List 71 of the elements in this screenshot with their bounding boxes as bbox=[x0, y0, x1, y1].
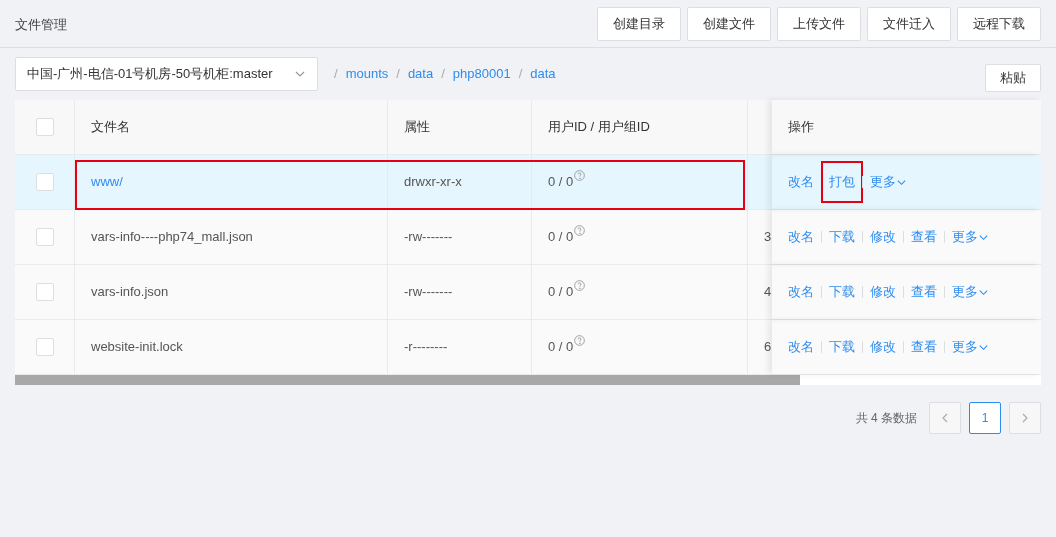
help-icon bbox=[574, 334, 586, 346]
action-link[interactable]: 改名 bbox=[788, 227, 814, 247]
file-name: website-init.lock bbox=[91, 338, 183, 357]
help-icon bbox=[574, 224, 586, 236]
action-link[interactable]: 下载 bbox=[829, 337, 855, 357]
more-menu-link[interactable]: 更多 bbox=[870, 172, 907, 192]
table-row[interactable]: www/ drwxr-xr-x 0 / 0 改名 打包 更多 bbox=[15, 155, 1041, 210]
table-cell-text: 0 / 0 bbox=[548, 338, 574, 357]
action-link[interactable]: 下载 bbox=[829, 282, 855, 302]
action-link[interactable]: 查看 bbox=[911, 337, 937, 357]
column-header: 属性 bbox=[404, 118, 430, 137]
breadcrumb-separator: / bbox=[396, 65, 400, 84]
table-cell-text: 3 bbox=[764, 228, 772, 247]
table-cell-text: -rw------- bbox=[404, 283, 453, 302]
table-row[interactable]: website-init.lock -r-------- 0 / 0 6 改名 下载 修改 查看 更多 bbox=[15, 320, 1041, 375]
breadcrumb-link[interactable]: data bbox=[407, 64, 434, 84]
help-icon bbox=[574, 279, 586, 291]
table-cell-text: -rw------- bbox=[404, 228, 453, 247]
action-link[interactable]: 修改 bbox=[870, 282, 896, 302]
action-link[interactable]: 打包 bbox=[823, 163, 861, 201]
more-menu-link[interactable]: 更多 bbox=[952, 227, 989, 247]
toolbar-button[interactable]: 远程下载 bbox=[957, 7, 1041, 41]
toolbar-button[interactable]: 创建文件 bbox=[687, 7, 771, 41]
help-icon bbox=[574, 169, 586, 181]
previous-page-button[interactable] bbox=[929, 402, 961, 434]
table-cell-text: 0 / 0 bbox=[548, 283, 574, 302]
next-page-button[interactable] bbox=[1009, 402, 1041, 434]
column-header: 操作 bbox=[788, 118, 814, 137]
table-row[interactable]: vars-info----php74_mall.json -rw------- 0 / 0 3 改名 下载 修改 查看 更多 bbox=[15, 210, 1041, 265]
table-cell-text: -r-------- bbox=[404, 338, 448, 357]
breadcrumb-separator: / bbox=[518, 65, 523, 84]
action-link[interactable]: 改名 bbox=[788, 337, 814, 357]
breadcrumb-link[interactable]: mounts bbox=[345, 64, 389, 84]
total-count: 共 4 条数据 bbox=[855, 410, 917, 427]
table-row[interactable]: vars-info.json -rw------- 0 / 0 4 改名 下载 修改 查看 更多 bbox=[15, 265, 1041, 320]
action-link[interactable]: 修改 bbox=[870, 337, 896, 357]
server-select[interactable]: 中国-广州-电信-01号机房-50号机柜:master bbox=[15, 57, 318, 91]
row-checkbox[interactable] bbox=[35, 173, 54, 191]
row-checkbox[interactable] bbox=[35, 283, 54, 301]
table-cell-text: 0 / 0 bbox=[548, 228, 574, 247]
action-link[interactable]: 修改 bbox=[870, 227, 896, 247]
table-cell-text: 0 / 0 bbox=[548, 173, 574, 192]
table-cell-text: 4 bbox=[764, 283, 772, 302]
file-name: vars-info.json bbox=[91, 283, 169, 302]
file-name: vars-info----php74_mall.json bbox=[91, 228, 253, 247]
select-all-checkbox[interactable] bbox=[35, 118, 54, 136]
breadcrumb-separator: / bbox=[334, 65, 338, 84]
more-menu-link[interactable]: 更多 bbox=[952, 337, 989, 357]
paste-button[interactable]: 粘贴 bbox=[985, 64, 1041, 92]
row-checkbox[interactable] bbox=[35, 228, 54, 246]
column-header: 文件名 bbox=[91, 118, 130, 137]
row-checkbox[interactable] bbox=[35, 338, 54, 356]
action-link[interactable]: 下载 bbox=[829, 227, 855, 247]
column-header: 用户ID / 用户组ID bbox=[548, 118, 650, 137]
action-link[interactable]: 改名 bbox=[788, 282, 814, 302]
file-name[interactable]: www/ bbox=[91, 172, 123, 192]
table-cell-text: drwxr-xr-x bbox=[404, 173, 462, 192]
breadcrumb-link[interactable]: data bbox=[530, 64, 556, 84]
page-button[interactable]: 1 bbox=[969, 402, 1001, 434]
more-menu-link[interactable]: 更多 bbox=[952, 282, 989, 302]
breadcrumb-link[interactable]: php80001 bbox=[452, 64, 511, 84]
toolbar-button[interactable]: 文件迁入 bbox=[867, 7, 951, 41]
page-title: 文件管理 bbox=[15, 16, 67, 34]
scrollbar[interactable] bbox=[15, 375, 800, 385]
toolbar-button[interactable]: 创建目录 bbox=[597, 7, 681, 41]
table-cell-text: 6 bbox=[764, 338, 772, 357]
breadcrumb-separator: / bbox=[441, 65, 445, 84]
action-link[interactable]: 查看 bbox=[911, 227, 937, 247]
action-link[interactable]: 查看 bbox=[911, 282, 937, 302]
action-link[interactable]: 改名 bbox=[788, 172, 814, 192]
toolbar-button[interactable]: 上传文件 bbox=[777, 7, 861, 41]
